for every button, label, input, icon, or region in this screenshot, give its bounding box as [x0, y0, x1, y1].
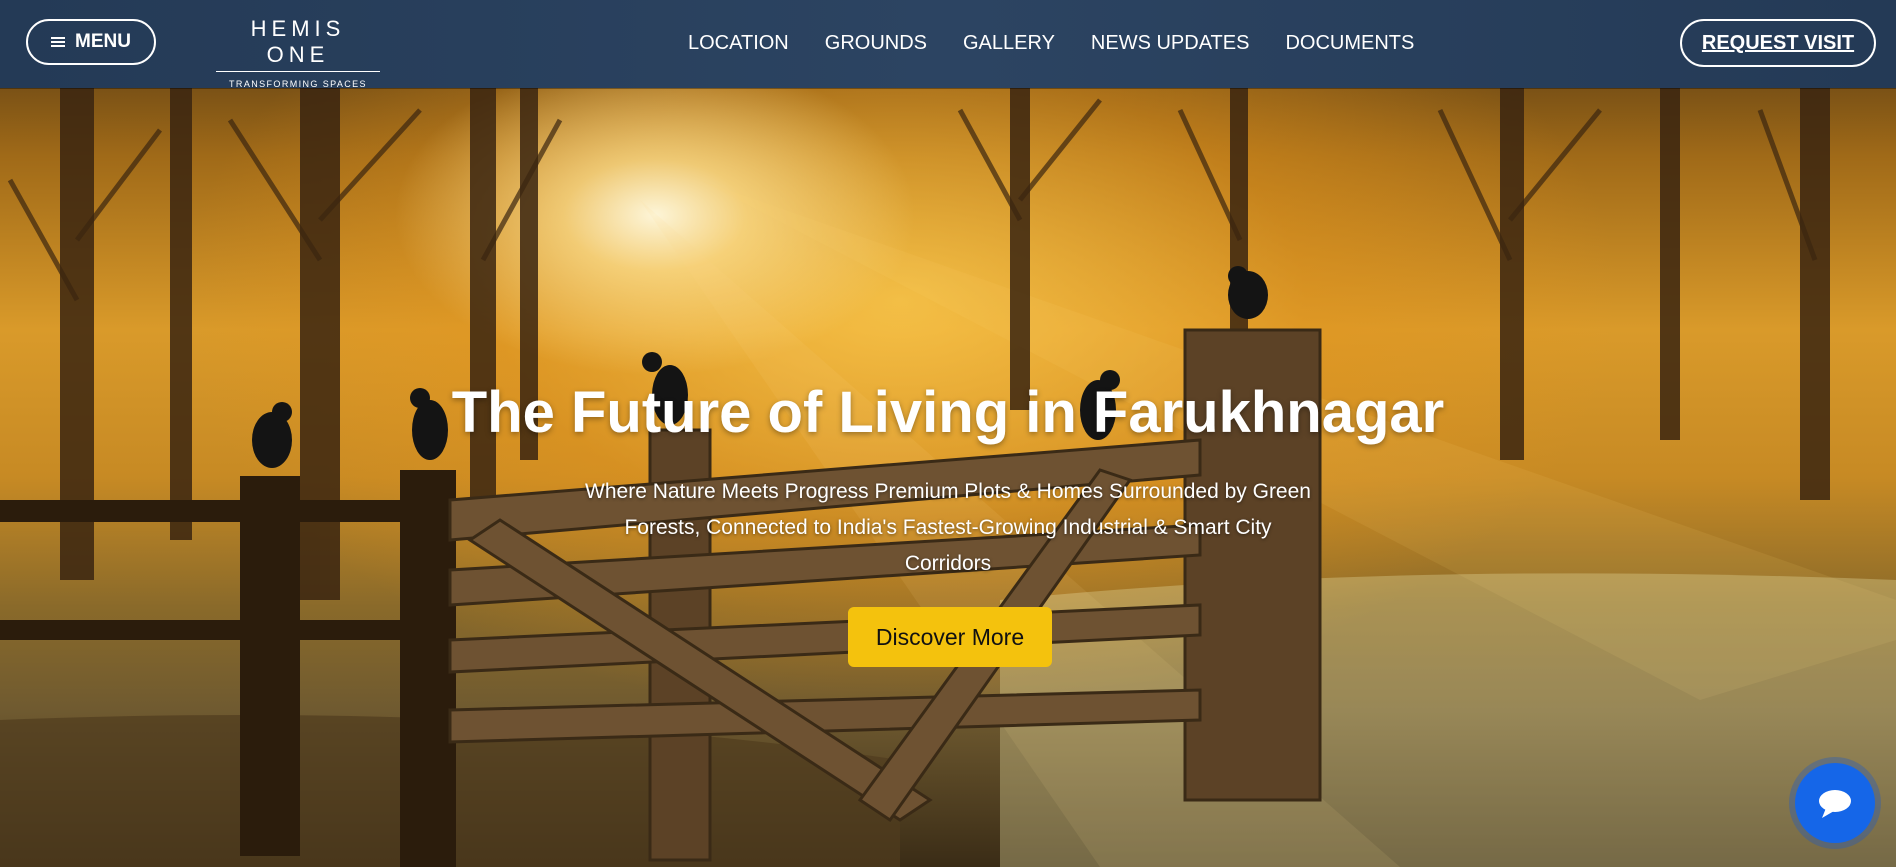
logo-tagline: TRANSFORMING SPACES	[229, 79, 367, 89]
nav-link-news-updates[interactable]: NEWS UPDATES	[1091, 30, 1250, 56]
nav-link-grounds[interactable]: GROUNDS	[825, 30, 927, 56]
menu-label: MENU	[75, 31, 131, 52]
request-visit-button[interactable]: REQUEST VISIT	[1680, 19, 1876, 67]
nav-link-location[interactable]: LOCATION	[688, 30, 789, 56]
main-nav: LOCATION GROUNDS GALLERY NEWS UPDATES DO…	[688, 30, 1414, 56]
nav-link-gallery[interactable]: GALLERY	[963, 30, 1055, 56]
discover-more-button[interactable]: Discover More	[848, 607, 1052, 667]
logo[interactable]: HEMIS ONE TRANSFORMING SPACES	[216, 16, 380, 89]
site-header: MENU HEMIS ONE TRANSFORMING SPACES LOCAT…	[0, 0, 1896, 89]
hero-title: The Future of Living in Farukhnagar	[451, 380, 1445, 445]
hero-subtitle: Where Nature Meets Progress Premium Plot…	[585, 480, 1311, 575]
chat-widget-button[interactable]	[1795, 763, 1875, 843]
logo-name: HEMIS ONE	[216, 16, 380, 72]
nav-link-documents[interactable]: DOCUMENTS	[1285, 30, 1414, 56]
chat-bubble-icon	[1819, 790, 1851, 818]
menu-button[interactable]: MENU	[26, 19, 156, 65]
hamburger-icon	[51, 37, 66, 47]
